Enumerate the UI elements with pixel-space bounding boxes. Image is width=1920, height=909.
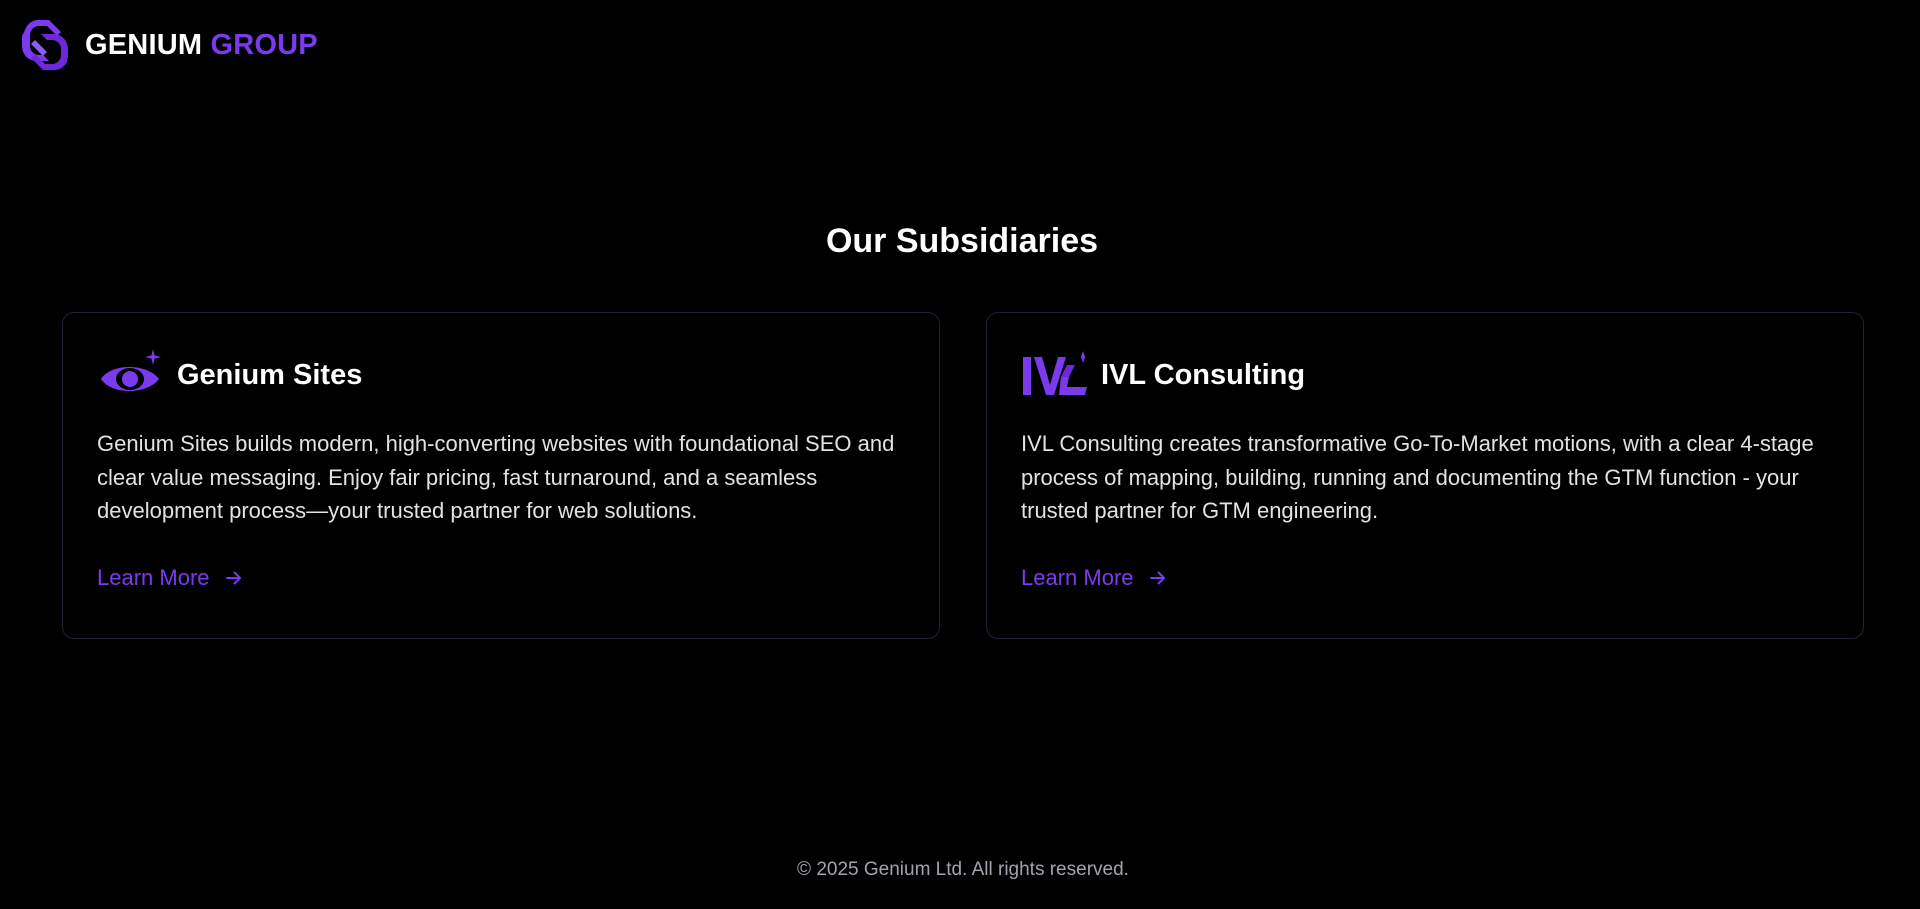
arrow-right-icon bbox=[1149, 571, 1165, 584]
subsidiary-card-genium-sites: Genium Sites Genium Sites builds modern,… bbox=[62, 312, 940, 639]
site-header: GENIUM GROUP bbox=[17, 16, 318, 74]
card-title: Genium Sites bbox=[177, 358, 363, 391]
eye-sparkle-icon bbox=[101, 349, 161, 391]
learn-more-link[interactable]: Learn More bbox=[1021, 565, 1168, 591]
genium-group-logo-icon[interactable] bbox=[17, 16, 73, 74]
card-header: Genium Sites bbox=[97, 347, 905, 403]
learn-more-label: Learn More bbox=[1021, 564, 1134, 590]
subsidiaries-grid: Genium Sites Genium Sites builds modern,… bbox=[62, 312, 1864, 639]
copyright-text: © 2025 Genium Ltd. All rights reserved. bbox=[797, 859, 1129, 880]
site-footer: © 2025 Genium Ltd. All rights reserved. bbox=[0, 859, 1920, 881]
arrow-right-icon bbox=[225, 571, 241, 584]
card-description: IVL Consulting creates transformative Go… bbox=[1021, 431, 1814, 523]
card-title: IVL Consulting bbox=[1101, 358, 1306, 391]
card-header: IVL Consulting bbox=[1021, 347, 1829, 403]
learn-more-link[interactable]: Learn More bbox=[97, 565, 244, 591]
brand-name-first: GENIUM bbox=[85, 28, 203, 61]
page: GENIUM GROUP Our Subsidiaries Genium Sit… bbox=[0, 0, 1920, 909]
learn-more-label: Learn More bbox=[97, 564, 210, 590]
brand-name[interactable]: GENIUM GROUP bbox=[85, 29, 318, 62]
section-title: Our Subsidiaries bbox=[825, 222, 1099, 260]
brand-name-second: GROUP bbox=[210, 28, 318, 61]
card-description: Genium Sites builds modern, high-convert… bbox=[97, 431, 895, 523]
ivl-logo-icon bbox=[1023, 351, 1087, 395]
subsidiary-card-ivl-consulting: IVL Consulting IVL Consulting creates tr… bbox=[986, 312, 1864, 639]
